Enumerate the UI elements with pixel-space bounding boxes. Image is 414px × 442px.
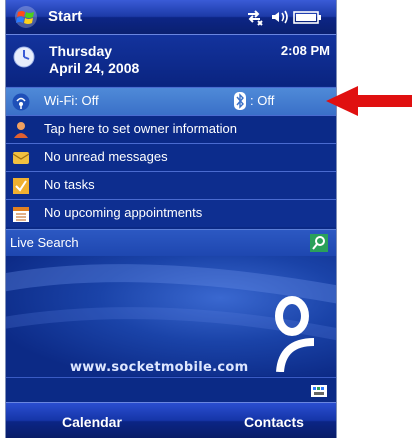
bluetooth-label[interactable]: : Off <box>250 93 274 108</box>
messages-label: No unread messages <box>44 149 168 164</box>
appointments-row[interactable]: No upcoming appointments <box>6 199 336 227</box>
appointments-label: No upcoming appointments <box>44 205 203 220</box>
contacts-softkey[interactable]: Contacts <box>244 414 304 430</box>
day-label: Thursday <box>49 43 113 59</box>
socket-logo-icon <box>275 296 315 372</box>
keyboard-toggle-icon[interactable] <box>310 381 328 399</box>
softkey-bar: Calendar Contacts <box>6 402 336 438</box>
tasks-icon <box>13 178 29 194</box>
calendar-softkey[interactable]: Calendar <box>62 414 122 430</box>
live-search-label[interactable]: Live Search <box>10 235 79 250</box>
time-label: 2:08 PM <box>280 43 330 58</box>
status-icons[interactable] <box>244 6 324 28</box>
date-label: April 24, 2008 <box>49 60 140 76</box>
tasks-row[interactable]: No tasks <box>6 171 336 199</box>
today-date-row[interactable]: Thursday April 24, 2008 2:08 PM <box>6 35 336 86</box>
search-icon[interactable] <box>310 234 328 252</box>
owner-label: Tap here to set owner information <box>44 121 237 136</box>
volume-icon <box>272 10 288 24</box>
owner-icon <box>14 122 28 138</box>
wifi-icon <box>12 93 30 111</box>
messages-icon <box>12 152 30 164</box>
device-screen: Start Thursday April 24, 2008 2:08 PM Wi… <box>5 0 337 438</box>
wifi-label: Wi-Fi: Off <box>44 93 99 108</box>
tasks-label: No tasks <box>44 177 95 192</box>
wallpaper: www.socketmobile.com <box>6 256 336 376</box>
start-title[interactable]: Start <box>48 8 82 25</box>
connectivity-icon <box>248 10 263 26</box>
annotation-arrow-icon <box>326 86 412 116</box>
clock-icon <box>13 46 35 68</box>
title-bar: Start <box>6 0 336 35</box>
wallpaper-url: www.socketmobile.com <box>70 360 249 375</box>
wifi-row[interactable]: Wi-Fi: Off : Off <box>6 87 336 115</box>
tray-area <box>6 377 336 402</box>
messages-row[interactable]: No unread messages <box>6 143 336 171</box>
battery-icon <box>293 11 321 24</box>
calendar-icon <box>13 207 29 222</box>
bluetooth-icon[interactable] <box>234 92 246 110</box>
live-search-bar[interactable]: Live Search <box>6 229 336 257</box>
windows-start-icon[interactable] <box>14 6 38 28</box>
owner-info-row[interactable]: Tap here to set owner information <box>6 115 336 143</box>
